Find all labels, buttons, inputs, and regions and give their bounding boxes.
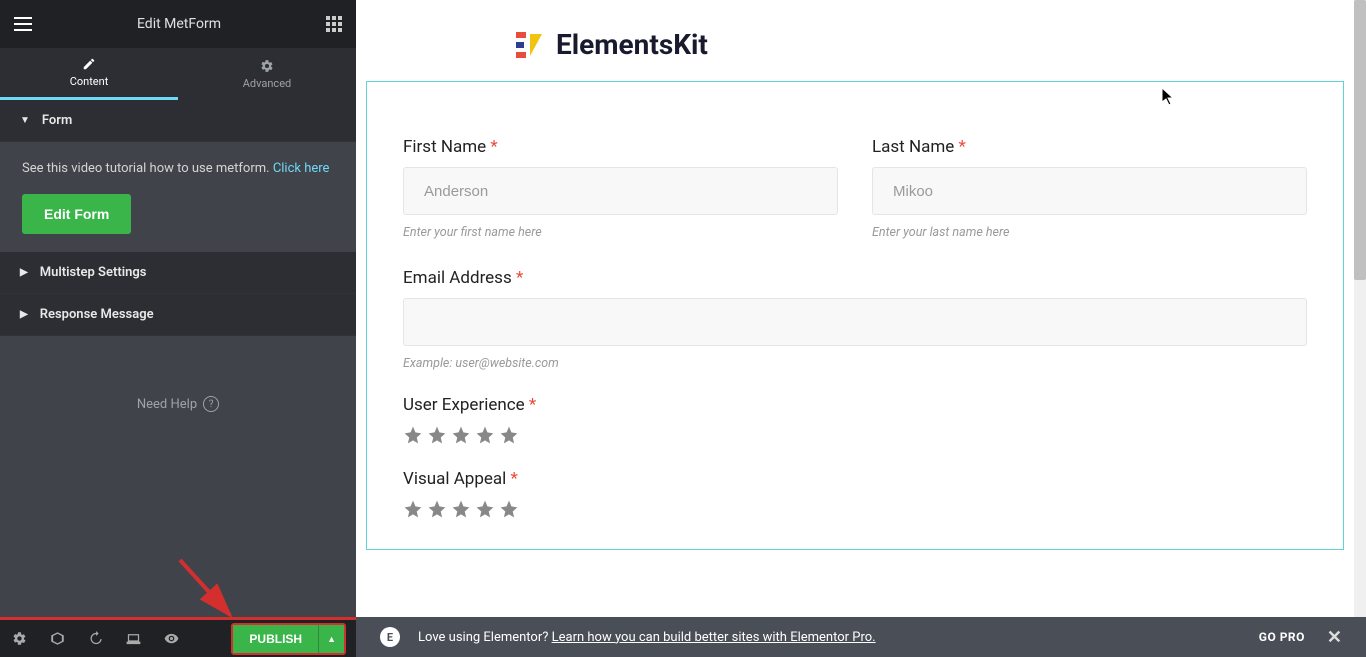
last-name-helper: Enter your last name here (872, 225, 1307, 240)
edit-form-button[interactable]: Edit Form (22, 194, 131, 234)
star-icon[interactable] (499, 425, 519, 445)
email-label: Email Address * (403, 268, 1307, 288)
sidebar-header: Edit MetForm (0, 0, 356, 48)
go-pro-button[interactable]: GO PRO (1259, 630, 1305, 644)
gear-icon (260, 59, 274, 73)
preview-canvas: ElementsKit First Name * Enter your firs… (356, 0, 1354, 617)
caret-right-icon: ▶ (20, 267, 28, 278)
ux-rating[interactable] (403, 425, 1307, 445)
last-name-input[interactable] (872, 167, 1307, 215)
tutorial-link[interactable]: Click here (273, 161, 330, 176)
star-icon[interactable] (451, 425, 471, 445)
star-icon[interactable] (403, 499, 423, 519)
elementskit-logo-icon (516, 30, 546, 60)
star-icon[interactable] (499, 499, 519, 519)
caret-down-icon: ▼ (20, 115, 30, 126)
email-input[interactable] (403, 298, 1307, 346)
publish-button[interactable]: PUBLISH (233, 625, 318, 653)
email-helper: Example: user@website.com (403, 356, 1307, 371)
need-help-link[interactable]: Need Help ? (0, 396, 356, 412)
help-icon: ? (203, 396, 219, 412)
promo-footer: E Love using Elementor? Learn how you ca… (356, 617, 1366, 657)
widgets-grid-icon[interactable] (326, 16, 342, 32)
panel-tabs: Content Advanced (0, 48, 356, 100)
bottom-toolbar: PUBLISH ▲ (0, 617, 356, 657)
first-name-helper: Enter your first name here (403, 225, 838, 240)
settings-button[interactable] (10, 630, 28, 648)
navigator-button[interactable] (48, 630, 66, 648)
star-icon[interactable] (475, 499, 495, 519)
vertical-scrollbar[interactable] (1354, 0, 1366, 617)
star-icon[interactable] (475, 425, 495, 445)
section-multistep[interactable]: ▶ Multistep Settings (0, 252, 356, 294)
first-name-input[interactable] (403, 167, 838, 215)
footer-link[interactable]: Learn how you can build better sites wit… (552, 630, 876, 645)
preview-button[interactable] (162, 630, 180, 648)
hamburger-icon[interactable] (14, 17, 32, 31)
ux-label: User Experience * (403, 395, 1307, 415)
publish-options-button[interactable]: ▲ (318, 625, 344, 653)
section-response[interactable]: ▶ Response Message (0, 294, 356, 336)
history-button[interactable] (86, 630, 104, 648)
visual-rating[interactable] (403, 499, 1307, 519)
footer-text: Love using Elementor? Learn how you can … (418, 630, 876, 645)
section-form[interactable]: ▼ Form (0, 100, 356, 142)
form-panel: See this video tutorial how to use metfo… (0, 142, 356, 252)
last-name-label: Last Name * (872, 137, 1307, 157)
logo: ElementsKit (356, 0, 1354, 81)
scrollbar-thumb[interactable] (1354, 0, 1366, 280)
close-icon[interactable]: ✕ (1327, 627, 1342, 648)
panel-title: Edit MetForm (137, 16, 221, 32)
editor-sidebar: Edit MetForm Content Advanced ▼ Form See… (0, 0, 356, 617)
form-widget[interactable]: First Name * Enter your first name here … (366, 81, 1344, 550)
pencil-icon (82, 57, 96, 71)
first-name-label: First Name * (403, 137, 838, 157)
star-icon[interactable] (403, 425, 423, 445)
responsive-button[interactable] (124, 630, 142, 648)
visual-label: Visual Appeal * (403, 469, 1307, 489)
star-icon[interactable] (427, 425, 447, 445)
tutorial-text: See this video tutorial how to use metfo… (22, 160, 334, 178)
star-icon[interactable] (451, 499, 471, 519)
elementor-badge-icon: E (380, 627, 400, 647)
publish-wrap: PUBLISH ▲ (231, 623, 346, 655)
caret-right-icon: ▶ (20, 309, 28, 320)
tab-content[interactable]: Content (0, 48, 178, 100)
star-icon[interactable] (427, 499, 447, 519)
tab-advanced[interactable]: Advanced (178, 48, 356, 100)
